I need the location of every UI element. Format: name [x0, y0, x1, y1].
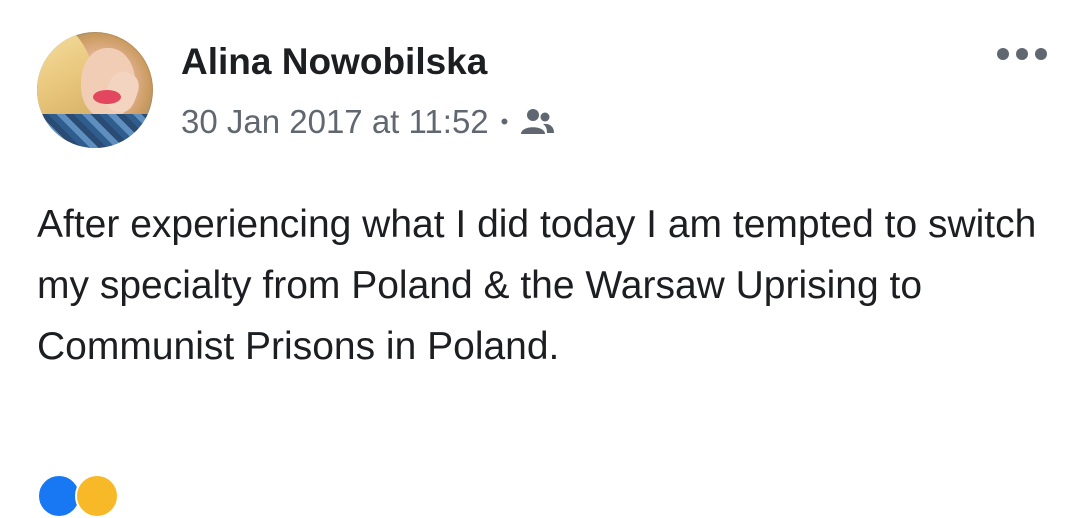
more-options-icon[interactable]: [997, 46, 1047, 62]
post-timestamp[interactable]: 30 Jan 2017 at 11:52: [181, 103, 489, 141]
post-text: After experiencing what I did today I am…: [37, 203, 1037, 368]
haha-icon: [75, 474, 119, 518]
author-name[interactable]: Alina Nowobilska: [181, 40, 487, 84]
friends-icon[interactable]: [518, 107, 556, 137]
avatar-lips: [93, 90, 121, 104]
post-header: Alina Nowobilska 30 Jan 2017 at 11:52 •: [37, 32, 1047, 150]
post-meta: 30 Jan 2017 at 11:52 •: [181, 102, 556, 142]
facebook-post: Alina Nowobilska 30 Jan 2017 at 11:52 • …: [0, 0, 1079, 518]
more-dot: [1016, 48, 1028, 60]
author-avatar[interactable]: [37, 32, 153, 148]
meta-separator: •: [500, 109, 509, 134]
reaction-summary[interactable]: [37, 474, 119, 518]
more-dot: [1035, 48, 1047, 60]
more-dot: [997, 48, 1009, 60]
avatar-shirt: [37, 114, 153, 148]
